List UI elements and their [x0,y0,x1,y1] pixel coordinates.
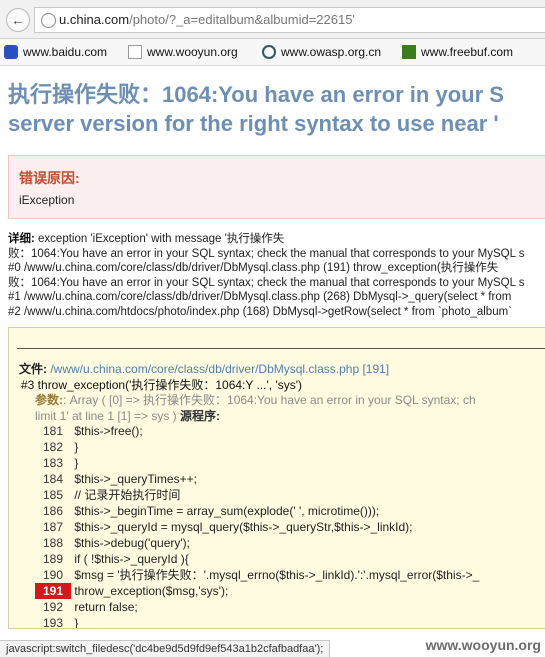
error-detail: 详细: exception 'iException' with message … [8,233,525,318]
line-number: 182 [42,440,63,454]
code-text: $this->debug('query'); [71,536,190,550]
bookmark-baidu[interactable]: www.baidu.com [4,43,107,61]
baidu-icon [4,45,18,59]
source-code: 181 $this->free(); 182 } 183 } 184 $this->_… [35,423,479,629]
code-text: $this->_beginTime = array_sum(explode(' … [71,504,380,518]
code-line: 192 return false; [35,599,479,615]
line-number: 192 [42,600,63,614]
error-heading: 错误原因: [19,170,80,186]
code-text: if ( !$this->_queryId ){ [71,552,189,566]
globe-icon [41,13,56,28]
error-reason-box: 错误原因: iException [8,155,545,219]
back-button[interactable]: ← [6,8,30,32]
code-line: 184 $this->_queryTimes++; [35,471,479,487]
code-text: return false; [71,600,138,614]
url-host: u.china.com [59,12,130,27]
trace-file-path[interactable]: /www/u.china.com/core/class/db/driver/Db… [50,362,389,376]
trace-call: #3 throw_exception('执行操作失败：1064:Y ...', … [21,378,303,392]
code-text: } [71,456,79,470]
code-line: 187 $this->_queryId = mysql_query($this-… [35,519,479,535]
code-text: } [71,616,79,629]
url-input[interactable]: u.china.com/photo/?_a=editalbum&albumid=… [34,7,545,33]
code-line: 193 } [35,615,479,629]
code-line: 188 $this->debug('query'); [35,535,479,551]
trace-args: 参数:: Array ( [0] => 执行操作失败：1064:You have… [35,393,476,423]
bookmarks-bar: www.baidu.com www.wooyun.org www.owasp.o… [0,39,545,66]
line-number: 181 [42,424,63,438]
code-text: } [71,440,79,454]
url-text: u.china.com/photo/?_a=editalbum&albumid=… [59,8,355,32]
line-number: 193 [42,616,63,629]
source-toggle[interactable]: 源程序: [180,409,220,423]
code-text: // 记录开始执行时间 [71,488,181,502]
code-line: 190 $msg = '执行操作失败：'.mysql_errno($this->… [35,567,479,583]
line-number: 183 [42,456,63,470]
line-number: 190 [42,568,63,582]
freebuf-icon [402,45,416,59]
code-line: 191 throw_exception($msg,'sys'); [35,583,479,599]
owasp-icon [262,45,276,59]
blank-page-icon [128,45,142,59]
code-text: $msg = '执行操作失败：'.mysql_errno($this->_lin… [71,568,480,582]
code-text: $this->_queryId = mysql_query($this->_qu… [71,520,413,534]
address-bar: ← u.china.com/photo/?_a=editalbum&albumi… [0,0,545,39]
divider [17,348,545,349]
code-line: 182 } [35,439,479,455]
code-text: $this->_queryTimes++; [71,472,197,486]
page-title: 执行操作失败：1064:You have an error in your S … [8,82,504,136]
code-line: 181 $this->free(); [35,423,479,439]
error-value: iException [19,193,75,207]
code-line: 183 } [35,455,479,471]
highlighted-line-number: 191 [35,583,71,599]
status-bar: javascript:switch_filedesc('dc4be9d5d9fd… [0,640,331,657]
code-text: $this->free(); [71,424,143,438]
bookmark-freebuf[interactable]: www.freebuf.com [402,43,513,61]
line-number: 189 [42,552,63,566]
code-text: throw_exception($msg,'sys'); [71,584,229,598]
trace-box: 文件: /www/u.china.com/core/class/db/drive… [8,327,545,629]
line-number: 184 [42,472,63,486]
code-line: 189 if ( !$this->_queryId ){ [35,551,479,567]
bookmark-wooyun[interactable]: www.wooyun.org [128,43,238,61]
line-number: 188 [42,536,63,550]
code-line: 186 $this->_beginTime = array_sum(explod… [35,503,479,519]
watermark: www.wooyun.org [425,637,541,653]
line-number: 185 [42,488,63,502]
url-path: /photo/?_a=editalbum&albumid=22615' [129,12,355,27]
bookmark-owasp[interactable]: www.owasp.org.cn [262,43,381,61]
trace-file: 文件: /www/u.china.com/core/class/db/drive… [19,362,390,376]
back-arrow-icon: ← [11,12,25,28]
code-line: 185 // 记录开始执行时间 [35,487,479,503]
line-number: 187 [42,520,63,534]
detail-label: 详细: [8,233,35,245]
line-number: 186 [42,504,63,518]
